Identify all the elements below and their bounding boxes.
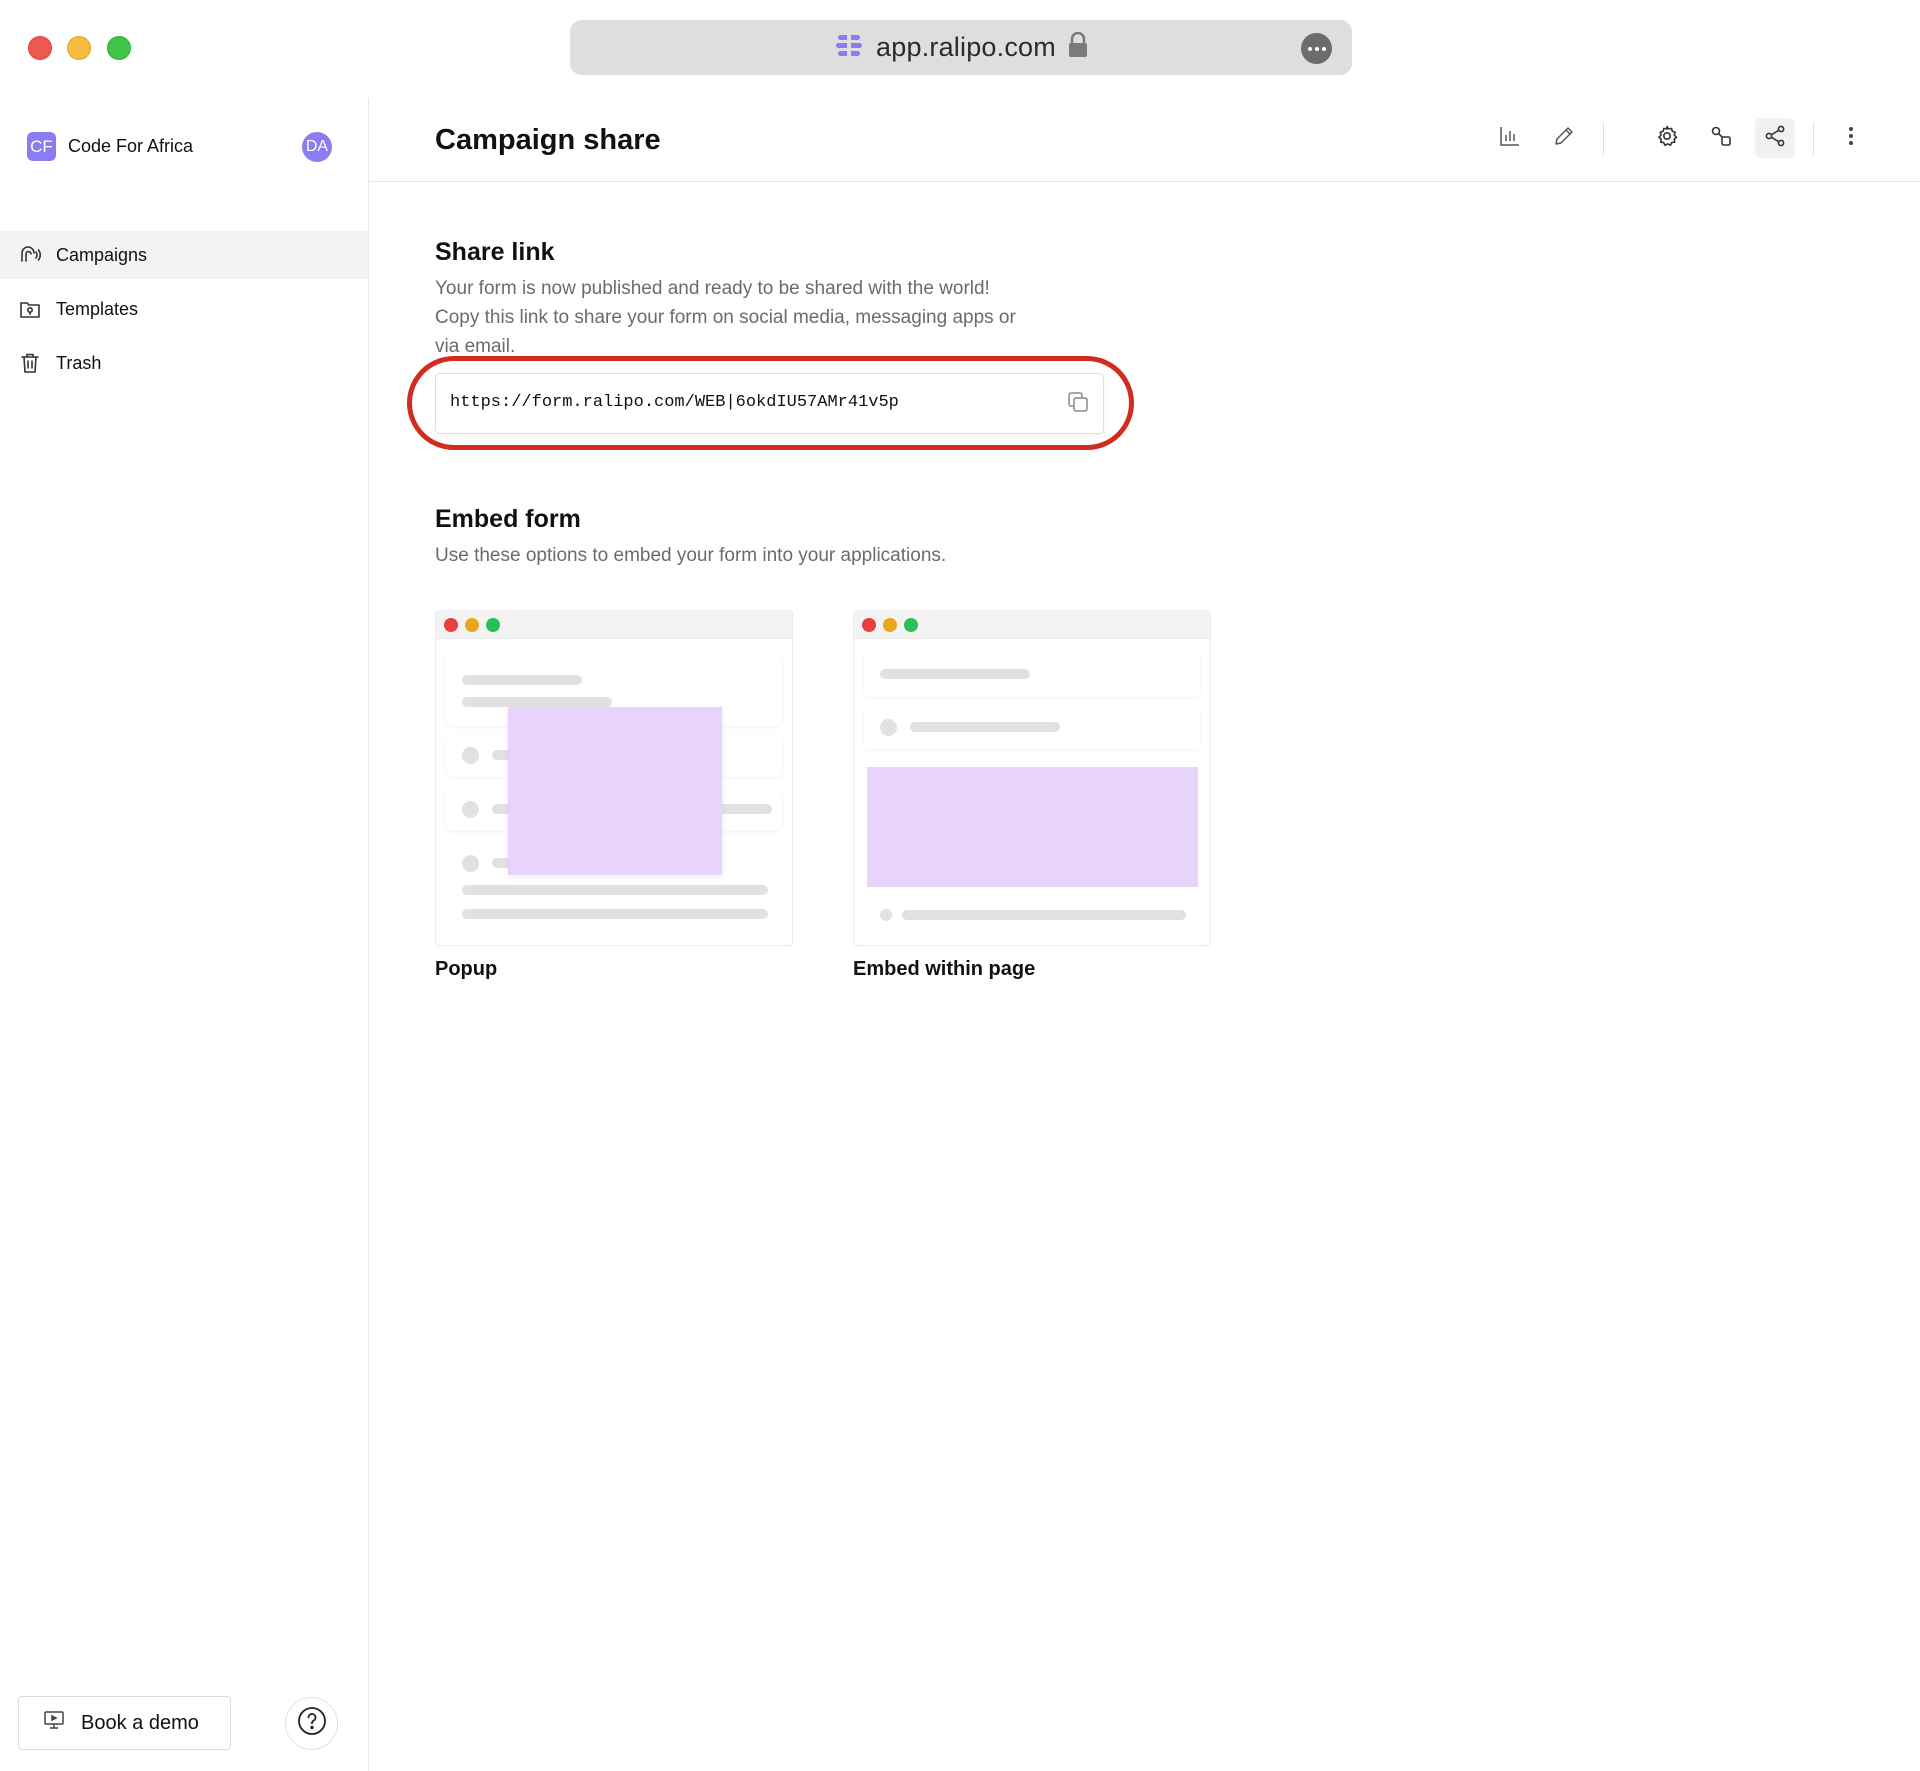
- popup-embed-option[interactable]: [435, 610, 793, 946]
- placeholder-line: [462, 697, 612, 707]
- window-dot: [465, 618, 479, 632]
- help-button[interactable]: [285, 1697, 338, 1750]
- sidebar: CF Code For Africa DA Campaigns Template…: [0, 98, 369, 1771]
- embed-form-title: Embed form: [435, 505, 581, 533]
- window-dot: [883, 618, 897, 632]
- sidebar-item-templates[interactable]: Templates: [0, 285, 368, 333]
- copy-icon: [1066, 390, 1090, 419]
- page-title: Campaign share: [435, 124, 661, 156]
- placeholder-dot: [880, 909, 892, 921]
- placeholder-line: [902, 910, 1186, 920]
- maximize-window-button[interactable]: [107, 36, 131, 60]
- placeholder-line: [910, 722, 1060, 732]
- sidebar-nav: Campaigns Templates Trash: [0, 231, 368, 393]
- sidebar-item-label: Campaigns: [56, 244, 148, 265]
- share-link-title: Share link: [435, 238, 555, 266]
- address-bar[interactable]: app.ralipo.com: [570, 20, 1352, 75]
- placeholder-dot: [462, 801, 479, 818]
- edit-button[interactable]: [1544, 118, 1584, 158]
- close-window-button[interactable]: [28, 36, 52, 60]
- sidebar-item-trash[interactable]: Trash: [0, 339, 368, 387]
- card-window-bar: [436, 611, 792, 639]
- popup-label[interactable]: Popup: [435, 958, 497, 981]
- book-demo-label: Book a demo: [81, 1711, 199, 1734]
- placeholder-row: [864, 899, 1200, 933]
- org-badge: CF: [27, 132, 56, 161]
- share-button[interactable]: [1755, 118, 1795, 158]
- window-dot: [904, 618, 918, 632]
- inline-preview-block: [867, 767, 1198, 887]
- analytics-button[interactable]: [1490, 118, 1530, 158]
- org-switcher[interactable]: CF Code For Africa: [27, 132, 193, 161]
- integrations-button[interactable]: [1701, 118, 1741, 158]
- avatar[interactable]: DA: [302, 132, 332, 162]
- embed-within-page-label[interactable]: Embed within page: [853, 958, 1035, 981]
- org-name: Code For Africa: [68, 136, 194, 156]
- placeholder-row: [864, 705, 1200, 749]
- page-header: Campaign share: [369, 98, 1920, 182]
- url-text: app.ralipo.com: [876, 32, 1056, 62]
- sidebar-item-campaigns[interactable]: Campaigns: [0, 231, 368, 279]
- placeholder-line: [462, 885, 768, 895]
- share-description-line: Copy this link to share your form on soc…: [435, 307, 1016, 328]
- help-icon: [296, 1705, 328, 1742]
- popup-preview-overlay: [508, 707, 722, 875]
- more-vertical-icon: [1847, 125, 1855, 152]
- browser-chrome: app.ralipo.com: [0, 0, 1920, 98]
- toolbar-divider: [1603, 122, 1604, 156]
- placeholder-line: [880, 669, 1030, 679]
- inline-embed-option[interactable]: [853, 610, 1211, 946]
- edit-icon: [1553, 125, 1575, 152]
- more-vertical-button[interactable]: [1831, 118, 1871, 158]
- templates-folder-icon: [18, 297, 42, 321]
- analytics-icon: [1499, 125, 1521, 152]
- window-dot: [444, 618, 458, 632]
- sidebar-item-label: Templates: [56, 298, 139, 319]
- placeholder-line: [462, 909, 768, 919]
- toolbar-divider: [1813, 122, 1814, 156]
- settings-icon: [1655, 124, 1679, 153]
- settings-button[interactable]: [1647, 118, 1687, 158]
- minimize-window-button[interactable]: [67, 36, 91, 60]
- card-window-bar: [854, 611, 1210, 639]
- integrations-icon: [1709, 124, 1733, 153]
- placeholder-row: [864, 651, 1200, 697]
- share-link-url[interactable]: https://form.ralipo.com/WEB|6okdIU57AMr4…: [450, 393, 899, 412]
- ralipo-logo-icon: [834, 30, 864, 65]
- window-dot: [486, 618, 500, 632]
- share-description-line: via email.: [435, 336, 516, 357]
- share-description-line: Your form is now published and ready to …: [435, 278, 990, 299]
- placeholder-dot: [462, 855, 479, 872]
- more-options-icon[interactable]: [1301, 33, 1332, 64]
- placeholder-dot: [462, 747, 479, 764]
- trash-icon: [18, 351, 42, 375]
- sidebar-item-label: Trash: [56, 352, 102, 373]
- share-icon: [1763, 124, 1787, 153]
- window-dot: [862, 618, 876, 632]
- placeholder-line: [462, 675, 582, 685]
- copy-link-button[interactable]: [1063, 389, 1093, 419]
- share-link-description: Your form is now published and ready to …: [435, 274, 1016, 361]
- main-content: Campaign share Share link Your form is n…: [369, 98, 1920, 1771]
- lock-icon: [1068, 31, 1088, 63]
- placeholder-dot: [880, 719, 897, 736]
- share-link-field[interactable]: https://form.ralipo.com/WEB|6okdIU57AMr4…: [435, 373, 1104, 434]
- campaigns-icon: [18, 243, 42, 267]
- embed-form-description: Use these options to embed your form int…: [435, 545, 947, 566]
- presentation-icon: [43, 1709, 65, 1737]
- book-demo-button[interactable]: Book a demo: [18, 1696, 231, 1750]
